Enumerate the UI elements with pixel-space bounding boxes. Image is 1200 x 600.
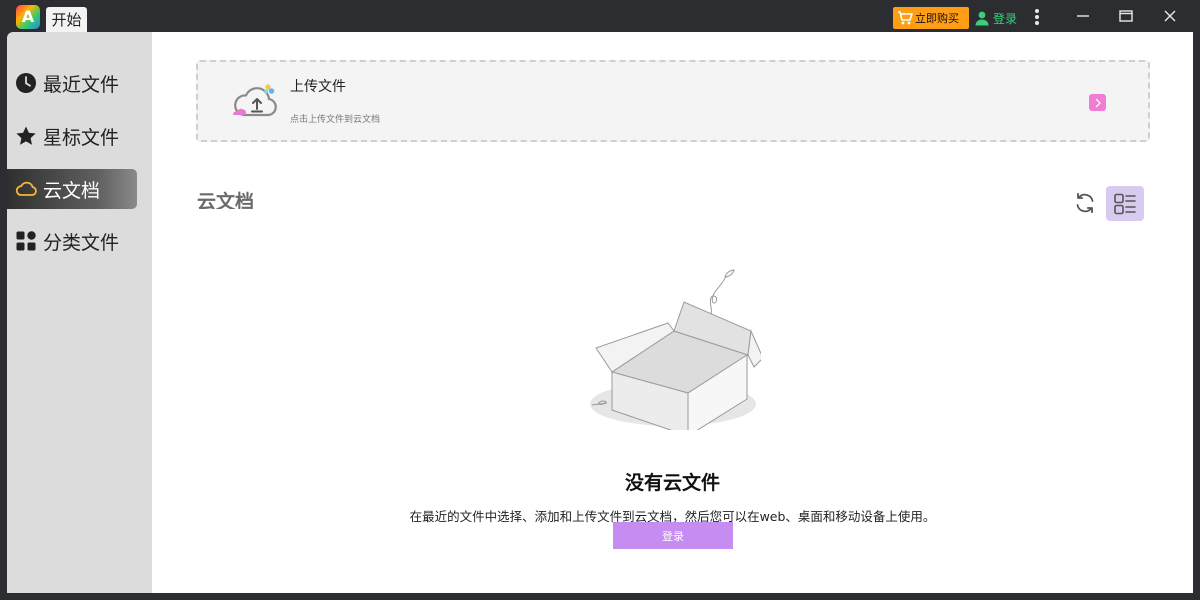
login-link-label: 登录 [993, 11, 1018, 26]
app-logo-letter: A [21, 7, 35, 26]
cloud-icon [15, 181, 37, 196]
buy-now-button[interactable]: 立即购买 [893, 7, 969, 29]
section-title-text: 云文档 [197, 191, 255, 209]
cloud-upload-icon [233, 84, 277, 117]
sidebar-item-starred[interactable]: 星标文件 [7, 116, 137, 156]
title-bar: A 开始 立即购买 登录 [0, 0, 1200, 32]
refresh-button[interactable] [1072, 190, 1098, 216]
sidebar-item-label: 最近文件 [43, 73, 120, 96]
close-icon [1164, 10, 1176, 22]
sidebar-item-label: 云文档 [43, 179, 101, 202]
upload-arrow-button[interactable] [1089, 94, 1106, 111]
tab-start[interactable]: 开始 [46, 7, 87, 32]
more-dot [1035, 15, 1039, 19]
more-dot [1035, 9, 1039, 13]
login-button[interactable]: 登录 [613, 522, 733, 549]
maximize-button[interactable] [1112, 4, 1140, 28]
category-icon [16, 231, 36, 251]
upload-description: 点击上传文件到云文档 [290, 115, 381, 125]
list-view-icon [1114, 193, 1136, 214]
login-link[interactable]: 登录 [974, 8, 1017, 28]
sidebar: 最近文件 星标文件 云文档 分类文件 [7, 32, 152, 593]
clock-icon [16, 73, 36, 93]
more-options-button[interactable] [1030, 7, 1044, 27]
sidebar-item-recent[interactable]: 最近文件 [7, 63, 137, 103]
sidebar-item-label: 星标文件 [43, 126, 120, 149]
minimize-icon [1077, 15, 1089, 17]
main-content: 上传文件 点击上传文件到云文档 云文档 没有云文件 在最近的文件中选择、添加和上… [152, 32, 1193, 593]
empty-box-illustration [590, 269, 761, 430]
user-icon [975, 11, 989, 26]
minimize-button[interactable] [1069, 4, 1097, 28]
sidebar-item-label: 分类文件 [43, 231, 120, 254]
close-button[interactable] [1156, 4, 1184, 28]
cart-icon [898, 11, 913, 25]
chevron-right-icon [1095, 98, 1101, 107]
upload-title: 上传文件 [290, 79, 346, 95]
section-title: 云文档 [197, 188, 267, 209]
empty-state-title: 没有云文件 [624, 472, 720, 494]
star-icon [16, 126, 36, 145]
sidebar-item-cloud-docs[interactable]: 云文档 [7, 169, 137, 209]
upload-file-card[interactable]: 上传文件 点击上传文件到云文档 [196, 60, 1150, 142]
app-logo: A [16, 5, 40, 29]
list-view-toggle[interactable] [1106, 186, 1144, 221]
buy-now-label: 立即购买 [915, 12, 959, 25]
refresh-icon [1076, 192, 1094, 214]
maximize-icon [1119, 10, 1133, 22]
more-dot [1035, 21, 1039, 25]
sidebar-item-categories[interactable]: 分类文件 [7, 221, 137, 261]
